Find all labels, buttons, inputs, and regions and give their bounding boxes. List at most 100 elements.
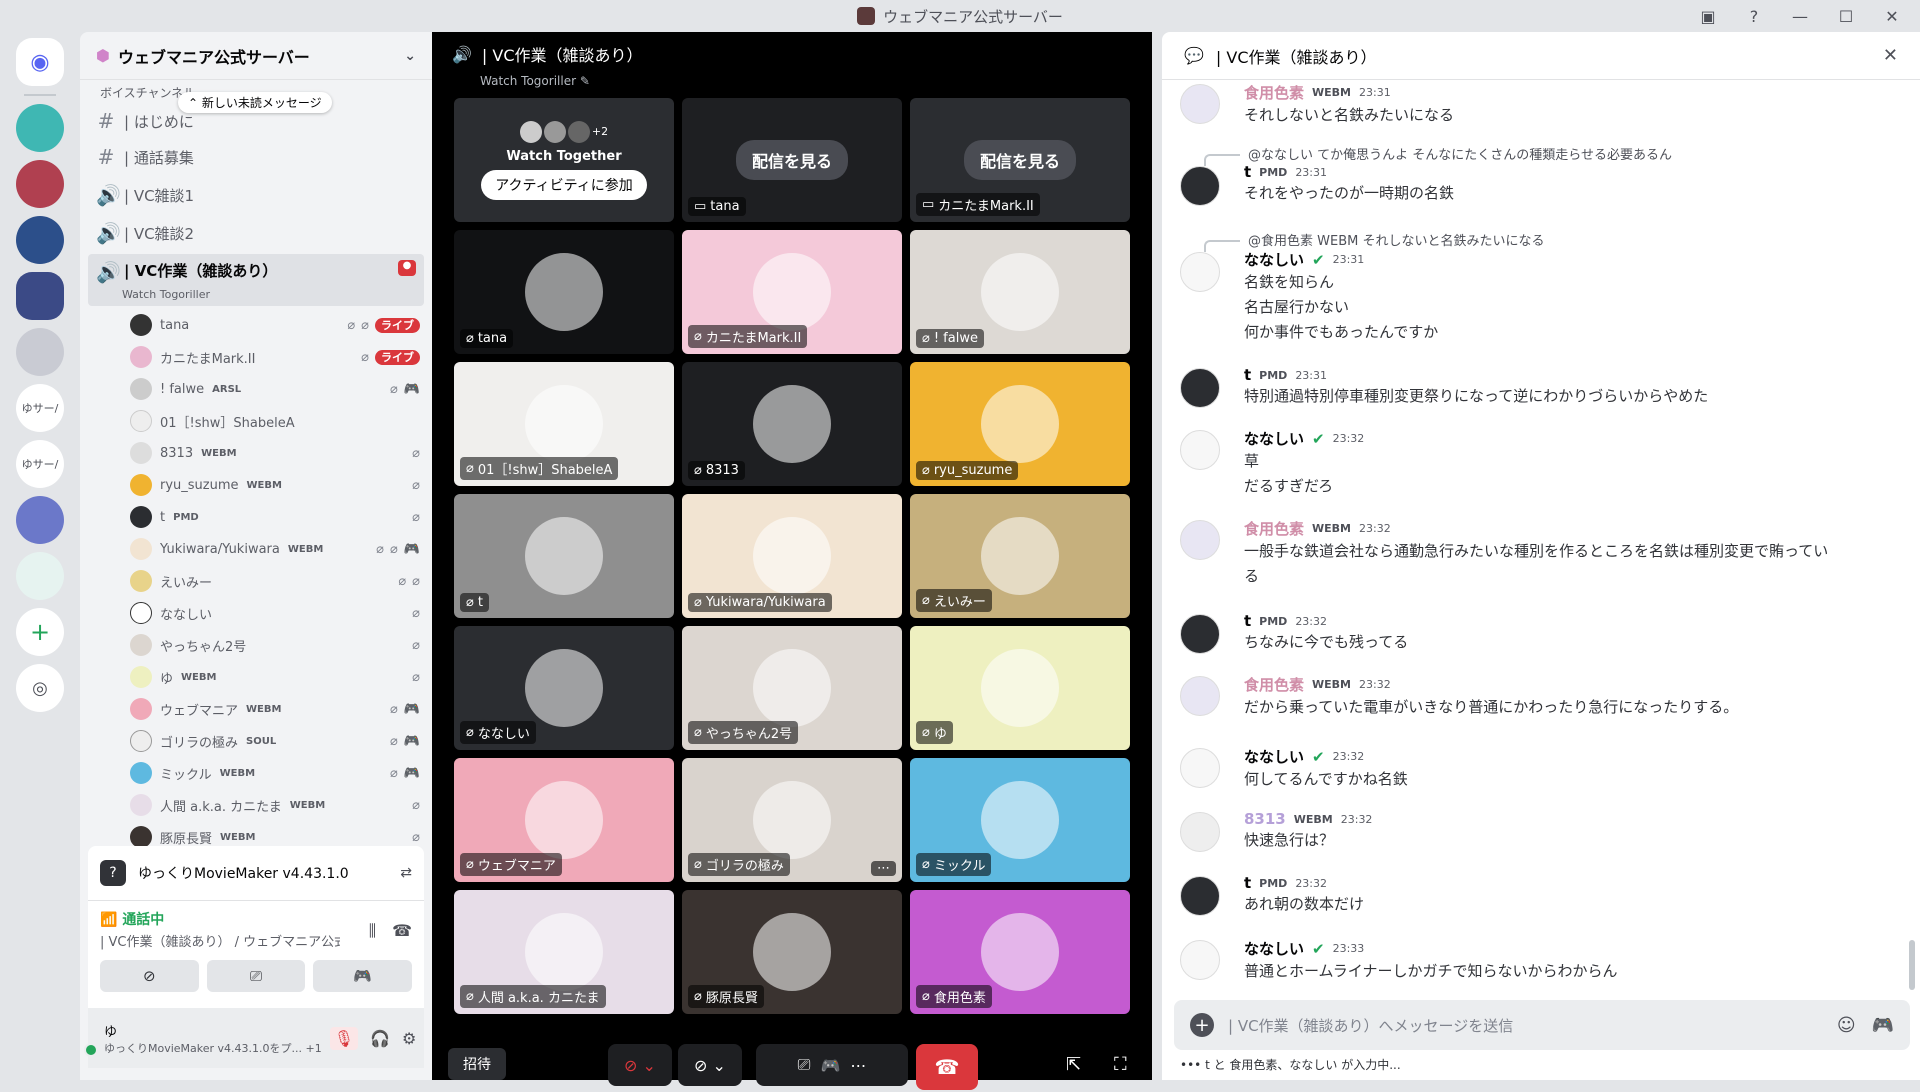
minimize-icon[interactable]: — bbox=[1780, 0, 1820, 32]
voice-member[interactable]: t PMD ⌀ bbox=[130, 504, 420, 530]
server-avatar[interactable] bbox=[16, 104, 64, 152]
chat-message[interactable]: 食用色素 WEBM 23:32 だから乗っていた電車がいきなり普通にかわったり急行にな… bbox=[1180, 674, 1900, 720]
voice-member[interactable]: 人間 a.k.a. カニたま WEBM ⌀ bbox=[130, 792, 420, 818]
voice-member[interactable]: ミックル WEBM ⌀ 🎮 bbox=[130, 760, 420, 786]
stage-activity[interactable]: Watch Togoriller ✎ bbox=[480, 74, 590, 88]
chat-message[interactable]: @ななしい てか俺思うんよ そんなにたくさんの種類走らせる必要あるん t PMD 23… bbox=[1180, 144, 1900, 206]
emoji-icon[interactable]: ☺ bbox=[1837, 1015, 1856, 1036]
message-author[interactable]: t bbox=[1244, 612, 1251, 630]
noise-suppression-icon[interactable]: ⫼ bbox=[369, 921, 376, 941]
clan-tag[interactable]: WEBM bbox=[1294, 813, 1333, 826]
add-attachment-icon[interactable]: + bbox=[1190, 1013, 1214, 1037]
popout-icon[interactable]: ⇱ bbox=[1066, 1054, 1081, 1075]
participant-tile[interactable]: ⌀ 食用色素 bbox=[910, 890, 1130, 1014]
help-icon[interactable]: ? bbox=[1734, 0, 1774, 32]
chat-message[interactable]: 8313 WEBM 23:32 快速急行は？ bbox=[1180, 810, 1900, 853]
voice-member[interactable]: ryu_suzume WEBM ⌀ bbox=[130, 472, 420, 498]
message-author[interactable]: ななしい bbox=[1244, 938, 1304, 959]
participant-tile[interactable]: ⌀ カニたまMark.II bbox=[682, 230, 902, 354]
server-folder[interactable]: ゆサー/ bbox=[16, 384, 64, 432]
clan-tag[interactable]: PMD bbox=[1259, 877, 1287, 890]
participant-tile[interactable]: ⌀ tana bbox=[454, 230, 674, 354]
voice-member[interactable]: やっちゃん2号 ⌀ bbox=[130, 632, 420, 658]
clan-tag[interactable]: PMD bbox=[1259, 369, 1287, 382]
message-author[interactable]: 食用色素 bbox=[1244, 82, 1304, 103]
home-discord-icon[interactable]: ◉ bbox=[16, 38, 64, 86]
channel-vc-work[interactable]: 🔊 | VC作業（雑談あり） ● Watch Togoriller bbox=[88, 254, 424, 306]
activity-button[interactable]: 🎮 bbox=[313, 960, 413, 992]
participant-tile[interactable]: ⌀ 人間 a.k.a. カニたま bbox=[454, 890, 674, 1014]
message-author[interactable]: ななしい bbox=[1244, 746, 1304, 767]
stream-tile[interactable]: 配信を見る ▭ カニたまMark.II bbox=[910, 98, 1130, 222]
watch-stream-button[interactable]: 配信を見る bbox=[963, 140, 1076, 180]
inbox-icon[interactable]: ▣ bbox=[1688, 0, 1728, 32]
participant-tile[interactable]: ⌀ ゴリラの極み ⋯ bbox=[682, 758, 902, 882]
message-author[interactable]: 食用色素 bbox=[1244, 518, 1304, 539]
participant-tile[interactable]: ⌀ 8313 bbox=[682, 362, 902, 486]
gamepad-icon[interactable]: 🎮 bbox=[1872, 1015, 1894, 1036]
participant-tile[interactable]: ⌀! falwe bbox=[910, 230, 1130, 354]
voice-member[interactable]: Yukiwara/Yukiwara WEBM ⌀ ⌀ 🎮 bbox=[130, 536, 420, 562]
message-author[interactable]: 8313 bbox=[1244, 810, 1286, 828]
chat-message[interactable]: ななしい ✔ 23:33 普通とホームライナーしかガチで知らないからわからん bbox=[1180, 938, 1900, 984]
message-input[interactable]: | VC作業（雑談あり）へメッセージを送信 bbox=[1228, 1015, 1513, 1036]
camera-off-button[interactable]: ⊘ bbox=[100, 960, 199, 992]
disconnect-icon[interactable]: ☎ bbox=[392, 921, 412, 941]
participant-tile[interactable]: ⌀ ゆ bbox=[910, 626, 1130, 750]
reply-reference[interactable]: @食用色素 WEBM それしないと名鉄みたいになる bbox=[1204, 230, 1900, 252]
message-author[interactable]: t bbox=[1244, 163, 1251, 181]
participant-tile[interactable]: ⌀ t bbox=[454, 494, 674, 618]
chat-message[interactable]: @食用色素 WEBM それしないと名鉄みたいになる ななしい ✔ 23:31 名鉄を知ら… bbox=[1180, 230, 1900, 345]
avatar[interactable] bbox=[1180, 368, 1220, 408]
avatar[interactable] bbox=[1180, 614, 1220, 654]
fullscreen-icon[interactable]: ⛶ bbox=[1114, 1054, 1127, 1075]
participant-tile[interactable]: ⌀ 01［!shw］ShabeleA bbox=[454, 362, 674, 486]
close-icon[interactable]: ✕ bbox=[1883, 45, 1898, 66]
avatar[interactable] bbox=[1180, 676, 1220, 716]
voice-member[interactable]: ゴリラの極み SOUL ⌀ 🎮 bbox=[130, 728, 420, 754]
hang-up-button[interactable]: ☎ bbox=[916, 1044, 978, 1090]
more-options-icon[interactable]: ⋯ bbox=[871, 861, 896, 876]
voice-member[interactable]: ゆ WEBM ⌀ bbox=[130, 664, 420, 690]
server-avatar[interactable] bbox=[16, 216, 64, 264]
channel-vc-chat-1[interactable]: 🔊 | VC雑談1 bbox=[88, 178, 424, 212]
message-author[interactable]: 食用色素 bbox=[1244, 674, 1304, 695]
chat-message[interactable]: t PMD 23:32 あれ朝の数本だけ bbox=[1180, 874, 1900, 917]
server-avatar[interactable] bbox=[16, 328, 64, 376]
more-options-icon[interactable]: ⋯ bbox=[850, 1056, 866, 1075]
voice-member[interactable]: えいみー ⌀ ⌀ bbox=[130, 568, 420, 594]
headset-icon[interactable]: 🎧 bbox=[370, 1029, 390, 1048]
avatar[interactable] bbox=[1180, 166, 1220, 206]
voice-member[interactable]: ウェブマニア WEBM ⌀ 🎮 bbox=[130, 696, 420, 722]
server-header[interactable]: ⬢ ウェブマニア公式サーバー ⌄ bbox=[80, 32, 432, 80]
message-author[interactable]: t bbox=[1244, 874, 1251, 892]
message-author[interactable]: ななしい bbox=[1244, 428, 1304, 449]
chat-message[interactable]: 食用色素 WEBM 23:31 それしないと名鉄みたいになる bbox=[1180, 82, 1900, 128]
participant-tile[interactable]: ⌀ ななしい bbox=[454, 626, 674, 750]
stream-settings-icon[interactable]: ⇄ bbox=[400, 865, 412, 881]
voice-member[interactable]: tana ⌀ ⌀ ライブ bbox=[130, 312, 420, 338]
voice-member[interactable]: 01［!shw］ShabeleA bbox=[130, 408, 420, 434]
gear-icon[interactable]: ⚙ bbox=[402, 1029, 416, 1048]
chat-message[interactable]: t PMD 23:32 ちなみに今でも残ってる bbox=[1180, 612, 1900, 655]
message-author[interactable]: t bbox=[1244, 366, 1251, 384]
avatar[interactable] bbox=[1180, 748, 1220, 788]
clan-tag[interactable]: WEBM bbox=[1312, 678, 1351, 691]
stream-tile[interactable]: 配信を見る ▭ tana bbox=[682, 98, 902, 222]
clan-tag[interactable]: WEBM bbox=[1312, 522, 1351, 535]
participant-tile[interactable]: ⌀ ウェブマニア bbox=[454, 758, 674, 882]
avatar[interactable] bbox=[1180, 430, 1220, 470]
voice-channel-link[interactable]: | VC作業（雑談あり） / ウェブマニア公式サ... bbox=[100, 931, 340, 950]
invite-button[interactable]: 招待 bbox=[448, 1048, 506, 1080]
activity-icon[interactable]: 🎮 bbox=[820, 1056, 840, 1075]
chat-message[interactable]: 食用色素 WEBM 23:32 一般手な鉄道会社なら通勤急行みたいな種別を作るところを… bbox=[1180, 518, 1900, 589]
participant-tile[interactable]: ⌀ えいみー bbox=[910, 494, 1130, 618]
maximize-icon[interactable]: ☐ bbox=[1826, 0, 1866, 32]
avatar[interactable] bbox=[1180, 84, 1220, 124]
screen-share-icon[interactable]: ⎚ bbox=[798, 1055, 811, 1075]
new-unread-pill[interactable]: ⌃ 新しい未読メッセージ bbox=[178, 92, 332, 113]
avatar[interactable] bbox=[1180, 876, 1220, 916]
voice-status[interactable]: 📶 通話中 bbox=[100, 909, 412, 929]
close-window-icon[interactable]: ✕ bbox=[1872, 0, 1912, 32]
reply-reference[interactable]: @ななしい てか俺思うんよ そんなにたくさんの種類走らせる必要あるん bbox=[1204, 144, 1900, 166]
